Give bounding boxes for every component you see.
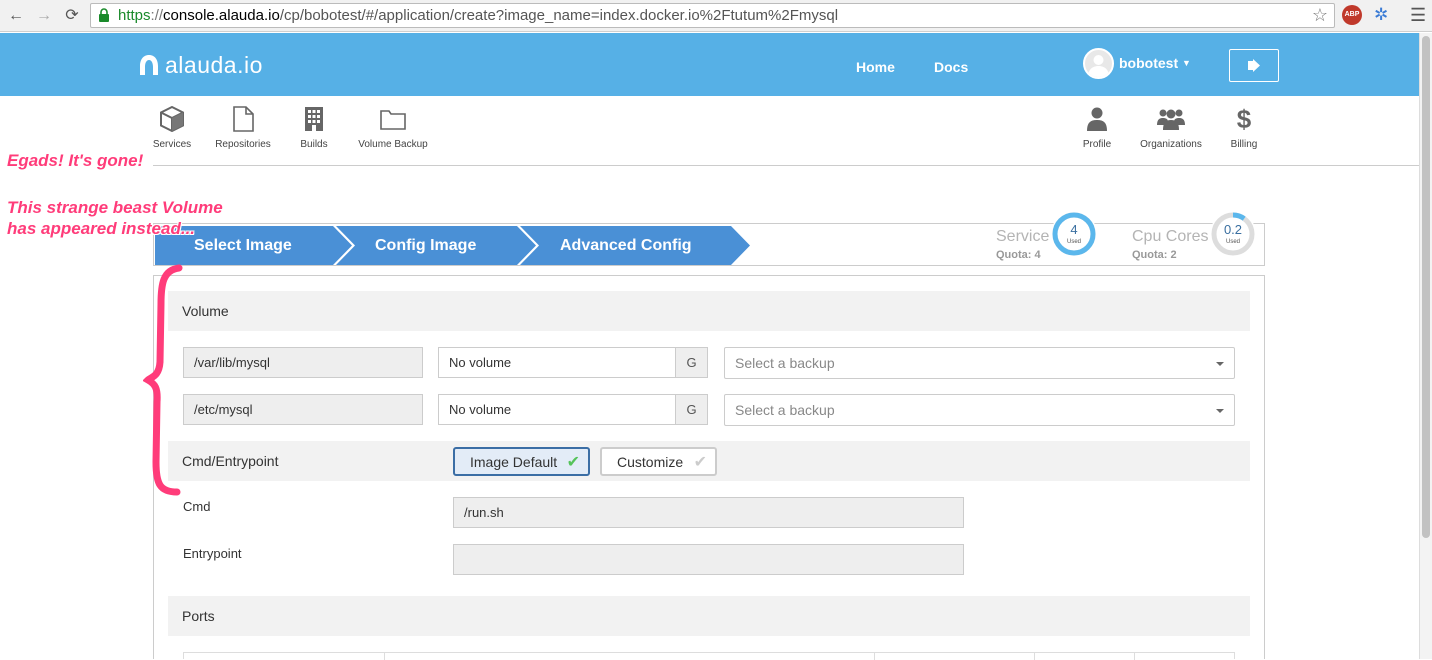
volume-size-input[interactable]: No volume (438, 394, 676, 425)
cmd-entrypoint-section-title: Cmd/Entrypoint (182, 453, 279, 469)
quota-service-title: Service (996, 228, 1050, 245)
customize-toggle[interactable]: Customize ✔ (600, 447, 717, 476)
subnav-label: Services (152, 139, 192, 150)
volume-size-input[interactable]: No volume (438, 347, 676, 378)
logout-button[interactable] (1229, 49, 1279, 82)
browser-menu-icon[interactable]: ☰ (1410, 5, 1426, 26)
url-text: https://console.alauda.io/cp/bobotest/#/… (118, 7, 839, 24)
caret-down-icon (1216, 409, 1224, 413)
alauda-logo-icon (140, 55, 158, 75)
check-icon: ✔ (566, 454, 580, 471)
subnav-services[interactable]: Services (152, 104, 192, 150)
volume-path-field: /var/lib/mysql (183, 347, 423, 378)
subnav-divider (153, 165, 1419, 166)
volume-section-title: Volume (182, 303, 229, 319)
quota-cpu-ring: 0.2 Used (1210, 211, 1256, 257)
volume-unit-addon: G (675, 347, 708, 378)
volume-unit-addon: G (675, 394, 708, 425)
caret-down-icon (1216, 362, 1224, 366)
backup-select[interactable]: Select a backup (724, 347, 1235, 379)
scrollbar-thumb[interactable] (1422, 36, 1430, 538)
cmd-input[interactable]: /run.sh (453, 497, 964, 528)
nav-docs-link[interactable]: Docs (934, 59, 968, 75)
user-icon (1080, 104, 1114, 134)
annotation-line3: has appeared instead... (7, 219, 196, 238)
image-default-label: Image Default (470, 454, 558, 470)
file-icon (214, 104, 272, 134)
default-avatar-icon (1088, 55, 1109, 77)
subnav-label: Billing (1230, 139, 1258, 150)
subnav-label: Profile (1082, 139, 1112, 150)
username-label: bobotest (1119, 55, 1179, 71)
subnav-label: Organizations (1140, 139, 1202, 150)
logo[interactable]: alauda.io (139, 51, 263, 78)
subnav-organizations[interactable]: Organizations (1137, 104, 1205, 150)
annotation-line2: This strange beast Volume (7, 198, 223, 217)
ports-section-header (168, 596, 1250, 636)
quota-service-ring: 4 Used (1051, 211, 1097, 257)
quota-service-used: Used (1066, 239, 1081, 245)
avatar[interactable] (1083, 48, 1114, 79)
nav-home-link[interactable]: Home (856, 59, 895, 75)
step-advanced-config[interactable]: Advanced Config (560, 226, 692, 265)
building-icon (296, 104, 332, 134)
volume-path-field: /etc/mysql (183, 394, 423, 425)
forward-arrow-icon[interactable]: → (34, 6, 54, 26)
customize-label: Customize (617, 454, 684, 470)
subnav-volume-backup[interactable]: Volume Backup (355, 104, 431, 150)
cmd-label: Cmd (183, 499, 211, 514)
chevron-down-icon: ▼ (1182, 58, 1191, 68)
check-icon: ✔ (693, 454, 707, 471)
quota-service-sub: Quota: 4 (996, 249, 1041, 261)
subnav-label: Volume Backup (358, 139, 428, 150)
backup-select-placeholder: Select a backup (735, 402, 835, 418)
subnav-profile[interactable]: Profile (1080, 104, 1114, 150)
folder-icon (355, 104, 431, 134)
address-bar[interactable]: https://console.alauda.io/cp/bobotest/#/… (90, 3, 1335, 28)
extension-icon[interactable]: ✲ (1374, 5, 1388, 25)
entrypoint-label: Entrypoint (183, 546, 242, 561)
dollar-icon: $ (1236, 104, 1252, 134)
logo-text: alauda.io (165, 51, 263, 78)
site-header: alauda.io Home Docs bobotest ▼ (0, 33, 1419, 96)
volume-section-header (168, 291, 1250, 331)
quota-cpu-sub: Quota: 2 (1132, 249, 1177, 261)
backup-select-placeholder: Select a backup (735, 355, 835, 371)
reload-icon[interactable]: ⟳ (62, 6, 82, 26)
backup-select[interactable]: Select a backup (724, 394, 1235, 426)
step-select-image[interactable]: Select Image (194, 226, 292, 265)
quota-cpu-title: Cpu Cores (1132, 228, 1209, 245)
users-icon (1137, 104, 1205, 134)
lock-icon (99, 8, 109, 22)
adblock-icon[interactable]: ABP (1342, 5, 1362, 25)
entrypoint-input[interactable] (453, 544, 964, 575)
sign-out-icon (1248, 59, 1260, 72)
cube-icon (152, 104, 192, 134)
subnav-billing[interactable]: $ Billing (1228, 104, 1260, 150)
back-arrow-icon[interactable]: ← (6, 6, 26, 26)
ports-section-title: Ports (182, 608, 215, 624)
quota-service-value: 4 (1070, 222, 1078, 237)
quota-cpu-value: 0.2 (1223, 222, 1243, 237)
image-default-toggle[interactable]: Image Default ✔ (453, 447, 590, 476)
subnav-repositories[interactable]: Repositories (214, 104, 272, 150)
annotation-brace (143, 264, 183, 496)
subnav-label: Repositories (215, 139, 271, 150)
bookmark-star-icon[interactable]: ☆ (1312, 5, 1328, 26)
subnav-builds[interactable]: Builds (296, 104, 332, 150)
user-menu[interactable]: bobotest ▼ (1119, 55, 1191, 71)
annotation-line1: Egads! It's gone! (7, 151, 144, 170)
quota-cpu-used: Used (1225, 239, 1240, 245)
ports-table (183, 652, 1235, 660)
step-config-image[interactable]: Config Image (375, 226, 476, 265)
subnav-label: Builds (300, 139, 328, 150)
browser-toolbar: ← → ⟳ https://console.alauda.io/cp/bobot… (0, 0, 1432, 32)
